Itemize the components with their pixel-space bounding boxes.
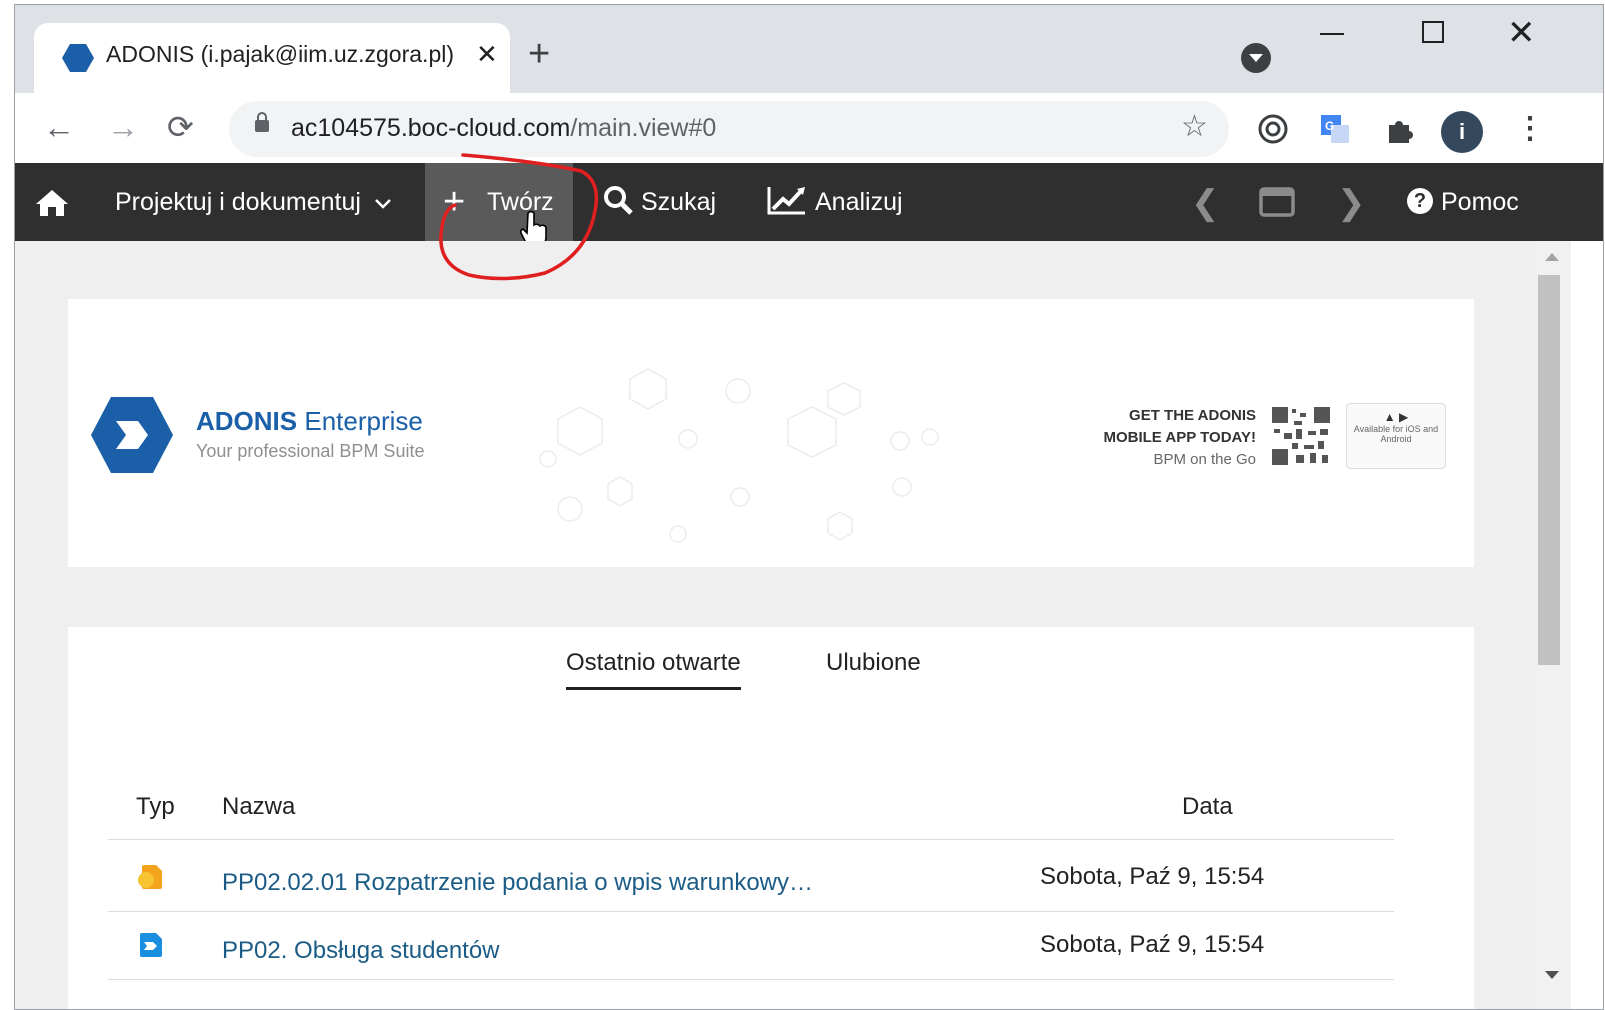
home-icon[interactable] bbox=[35, 189, 69, 217]
bookmark-star-icon[interactable]: ☆ bbox=[1181, 109, 1208, 144]
brand-tagline: Your professional BPM Suite bbox=[196, 441, 425, 461]
scroll-down-icon[interactable] bbox=[1545, 971, 1559, 979]
analyze-label: Analizuj bbox=[815, 188, 903, 216]
forward-nav-icon[interactable]: ❯ bbox=[1337, 183, 1366, 223]
column-header-type[interactable]: Typ bbox=[136, 793, 175, 821]
column-header-name[interactable]: Nazwa bbox=[222, 793, 295, 821]
qr-code-icon[interactable] bbox=[1270, 405, 1332, 467]
browser-tab[interactable]: ADONIS (i.pajak@iim.uz.zgora.pl) ✕ bbox=[34, 23, 510, 93]
maximize-icon[interactable] bbox=[1422, 21, 1444, 43]
welcome-banner: ADONIS Enterprise Your professional BPM … bbox=[68, 299, 1474, 567]
window-close-icon[interactable]: ✕ bbox=[1507, 13, 1536, 53]
hexagon-pattern-decoration bbox=[539, 368, 939, 543]
forward-icon[interactable]: → bbox=[107, 107, 139, 147]
tab-search-icon[interactable] bbox=[1241, 43, 1271, 73]
back-icon[interactable]: ← bbox=[43, 107, 75, 147]
list-item-date: Sobota, Paź 9, 15:54 bbox=[1040, 863, 1265, 890]
table-divider bbox=[108, 979, 1394, 980]
search-icon bbox=[604, 186, 633, 216]
svg-text:G: G bbox=[1325, 119, 1334, 133]
tab-recently-opened[interactable]: Ostatnio otwarte bbox=[566, 649, 741, 690]
create-button[interactable]: + Twórz bbox=[425, 163, 573, 248]
scroll-up-icon[interactable] bbox=[1545, 253, 1559, 261]
design-menu-label: Projektuj i dokumentuj bbox=[115, 188, 361, 216]
adonis-logo-icon bbox=[91, 397, 173, 473]
url-text[interactable]: ac104575.boc-cloud.com/main.view#0 bbox=[291, 114, 716, 143]
apple-play-icon: ▲ ▶ bbox=[1383, 410, 1409, 424]
recent-panel: Ostatnio otwarte Ulubione Typ Nazwa Data… bbox=[68, 627, 1474, 1009]
column-header-date[interactable]: Data bbox=[1182, 793, 1233, 821]
scroll-thumb[interactable] bbox=[1538, 275, 1560, 665]
help-button[interactable]: ? Pomoc bbox=[1407, 163, 1519, 241]
lock-icon[interactable] bbox=[255, 112, 269, 132]
browser-menu-icon[interactable]: ⋮ bbox=[1515, 109, 1545, 149]
search-nav-label: Szukaj bbox=[641, 188, 717, 216]
new-tab-button[interactable]: + bbox=[528, 35, 550, 73]
brand-title: ADONIS Enterprise bbox=[196, 406, 423, 436]
app-store-badge[interactable]: ▲ ▶ Available for iOS and Android bbox=[1346, 403, 1446, 469]
extensions-puzzle-icon[interactable] bbox=[1383, 113, 1415, 145]
address-bar[interactable]: ac104575.boc-cloud.com/main.view#0 ☆ bbox=[229, 101, 1229, 157]
list-item-name[interactable]: PP02.02.01 Rozpatrzenie podania o wpis w… bbox=[222, 869, 813, 897]
process-map-icon bbox=[140, 933, 162, 957]
back-nav-icon[interactable]: ❮ bbox=[1191, 183, 1220, 223]
browser-toolbar: ← → ⟳ ac104575.boc-cloud.com/main.view#0… bbox=[15, 93, 1603, 163]
table-divider bbox=[108, 839, 1394, 840]
window-switch-icon[interactable] bbox=[1259, 187, 1295, 217]
chevron-down-icon bbox=[375, 199, 391, 209]
tab-favorites[interactable]: Ulubione bbox=[826, 649, 921, 677]
store-badge-text: Available for iOS and Android bbox=[1353, 424, 1439, 444]
minimize-icon[interactable] bbox=[1320, 33, 1344, 35]
tab-strip: ADONIS (i.pajak@iim.uz.zgora.pl) ✕ + ✕ bbox=[15, 5, 1603, 93]
adonis-favicon-icon bbox=[62, 44, 94, 72]
table-divider bbox=[108, 911, 1394, 912]
google-translate-icon[interactable]: G bbox=[1319, 113, 1351, 145]
list-item-date: Sobota, Paź 9, 15:54 bbox=[1040, 931, 1265, 958]
profile-avatar[interactable]: i bbox=[1441, 111, 1483, 153]
analyze-button[interactable]: Analizuj bbox=[767, 163, 903, 241]
tab-close-icon[interactable]: ✕ bbox=[476, 39, 498, 69]
process-model-icon bbox=[138, 865, 162, 889]
promo-line-2: MOBILE APP TODAY! bbox=[1103, 429, 1256, 446]
search-nav-button[interactable]: Szukaj bbox=[603, 163, 716, 241]
reload-icon[interactable]: ⟳ bbox=[167, 107, 194, 147]
plus-icon: + bbox=[443, 181, 466, 223]
list-item-name[interactable]: PP02. Obsługa studentów bbox=[222, 937, 500, 965]
mobile-app-promo: GET THE ADONIS MOBILE APP TODAY! BPM on … bbox=[1088, 405, 1256, 471]
app-navbar: Projektuj i dokumentuj + Twórz Szukaj An… bbox=[15, 163, 1603, 248]
help-label: Pomoc bbox=[1441, 188, 1519, 216]
design-menu[interactable]: Projektuj i dokumentuj bbox=[115, 163, 392, 241]
promo-line-3: BPM on the Go bbox=[1153, 451, 1256, 468]
browser-window: ADONIS (i.pajak@iim.uz.zgora.pl) ✕ + ✕ ←… bbox=[14, 4, 1604, 1010]
extension-icon[interactable] bbox=[1257, 113, 1289, 145]
chart-trend-icon bbox=[767, 187, 805, 215]
tab-title: ADONIS (i.pajak@iim.uz.zgora.pl) bbox=[106, 41, 454, 67]
help-icon: ? bbox=[1407, 188, 1433, 215]
promo-line-1: GET THE ADONIS bbox=[1129, 407, 1256, 424]
